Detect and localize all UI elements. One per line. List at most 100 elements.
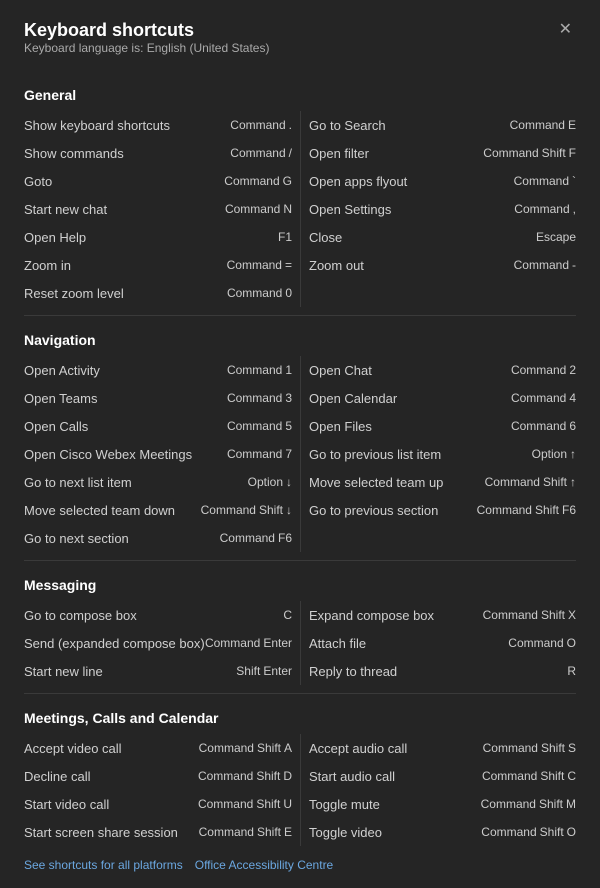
shortcut-row: Go to next section Command F6 (24, 524, 292, 552)
shortcut-label: Open apps flyout (309, 174, 514, 189)
shortcut-row: Start new chat Command N (24, 195, 292, 223)
key-badge: Command (230, 118, 285, 132)
shortcut-row: Toggle video Command Shift O (309, 818, 576, 846)
key-badge: / (289, 146, 292, 160)
key-badge: E (284, 825, 292, 839)
shortcut-row: Reply to thread R (309, 657, 576, 685)
section-title-0: General (24, 87, 576, 103)
shortcut-row: Go to previous section Command Shift F6 (309, 496, 576, 524)
close-button[interactable]: ✕ (555, 20, 576, 40)
key-badge: F (569, 146, 576, 160)
dialog-subtitle: Keyboard language is: English (United St… (24, 41, 269, 55)
see-shortcuts-link[interactable]: See shortcuts for all platforms (24, 858, 183, 872)
shortcut-label: Toggle video (309, 825, 481, 840)
shortcut-keys: Command - (514, 258, 576, 272)
key-badge: Command (227, 391, 282, 405)
key-badge: Command (220, 531, 275, 545)
key-badge: Enter (263, 664, 292, 678)
shortcut-keys: Command N (225, 202, 292, 216)
left-col-2: Go to compose box C Send (expanded compo… (24, 601, 300, 685)
key-badge: Command (205, 636, 260, 650)
key-badge: Command (511, 391, 566, 405)
shortcut-label: Open Help (24, 230, 278, 245)
shortcut-row (309, 279, 576, 307)
key-badge: Escape (536, 230, 576, 244)
key-badge: ↓ (286, 475, 292, 489)
key-badge: Command (514, 258, 569, 272)
shortcut-row: Open apps flyout Command ` (309, 167, 576, 195)
shortcut-row: Open Files Command 6 (309, 412, 576, 440)
key-badge: Command (483, 741, 538, 755)
shortcut-label: Attach file (309, 636, 508, 651)
shortcut-keys: Command 6 (511, 419, 576, 433)
shortcut-label: Accept audio call (309, 741, 483, 756)
right-col-3: Accept audio call Command Shift S Start … (300, 734, 576, 846)
shortcut-row: Start video call Command Shift U (24, 790, 292, 818)
shortcut-row: Attach file Command O (309, 629, 576, 657)
shortcut-label: Open Cisco Webex Meetings (24, 447, 227, 462)
shortcut-label: Open Settings (309, 202, 514, 217)
office-accessibility-link[interactable]: Office Accessibility Centre (195, 858, 334, 872)
shortcut-keys: Command 1 (227, 363, 292, 377)
shortcut-row: Start audio call Command Shift C (309, 762, 576, 790)
key-badge: Shift (236, 664, 260, 678)
key-badge: Command (477, 503, 532, 517)
shortcut-label: Start screen share session (24, 825, 199, 840)
key-badge: R (567, 664, 576, 678)
shortcut-label: Zoom in (24, 258, 227, 273)
shortcut-keys: Command Enter (205, 636, 292, 650)
shortcut-keys: F1 (278, 230, 292, 244)
shortcut-label: Start new line (24, 664, 236, 679)
key-badge: Command (483, 608, 538, 622)
key-badge: Shift (259, 503, 283, 517)
shortcut-label: Expand compose box (309, 608, 483, 623)
shortcut-label: Open Files (309, 419, 511, 434)
section-title-1: Navigation (24, 332, 576, 348)
key-badge: Command (514, 202, 569, 216)
shortcuts-grid-2: Go to compose box C Send (expanded compo… (24, 601, 576, 685)
key-badge: ↑ (570, 447, 576, 461)
key-badge: Command (227, 447, 282, 461)
key-badge: = (285, 258, 292, 272)
sections-container: General Show keyboard shortcuts Command … (24, 87, 576, 846)
key-badge: Shift (256, 797, 280, 811)
section-divider (24, 560, 576, 561)
shortcut-keys: Command Shift S (483, 741, 576, 755)
shortcut-label: Move selected team down (24, 503, 201, 518)
left-col-0: Show keyboard shortcuts Command . Show c… (24, 111, 300, 307)
key-badge: Command (227, 419, 282, 433)
shortcut-label: Show commands (24, 146, 230, 161)
shortcut-row: Show commands Command / (24, 139, 292, 167)
shortcut-keys: Command 7 (227, 447, 292, 461)
key-badge: 3 (285, 391, 292, 405)
shortcut-keys: Command Shift U (198, 797, 292, 811)
key-badge: F6 (278, 531, 292, 545)
shortcut-label: Zoom out (309, 258, 514, 273)
key-badge: Shift (541, 741, 565, 755)
shortcut-row: Open Settings Command , (309, 195, 576, 223)
key-badge: F1 (278, 230, 292, 244)
shortcut-keys: Command , (514, 202, 576, 216)
shortcut-label: Show keyboard shortcuts (24, 118, 230, 133)
key-badge: Command (508, 636, 563, 650)
shortcut-keys: Command 5 (227, 419, 292, 433)
shortcut-row: Send (expanded compose box) Command Ente… (24, 629, 292, 657)
shortcut-keys: Command Shift E (199, 825, 292, 839)
key-badge: Shift (543, 475, 567, 489)
shortcut-label: Reply to thread (309, 664, 567, 679)
key-badge: D (283, 769, 292, 783)
shortcut-keys: Escape (536, 230, 576, 244)
shortcut-row: Accept audio call Command Shift S (309, 734, 576, 762)
shortcut-row: Open Calendar Command 4 (309, 384, 576, 412)
key-badge: . (289, 118, 292, 132)
shortcut-row: Open Chat Command 2 (309, 356, 576, 384)
shortcut-label: Go to compose box (24, 608, 283, 623)
shortcut-row: Open Calls Command 5 (24, 412, 292, 440)
shortcut-keys: Command Shift X (483, 608, 576, 622)
key-badge: Command (482, 769, 537, 783)
key-badge: Command (199, 741, 254, 755)
shortcut-label: Open Activity (24, 363, 227, 378)
shortcut-keys: R (567, 664, 576, 678)
key-badge: Command (485, 475, 540, 489)
key-badge: O (567, 636, 576, 650)
